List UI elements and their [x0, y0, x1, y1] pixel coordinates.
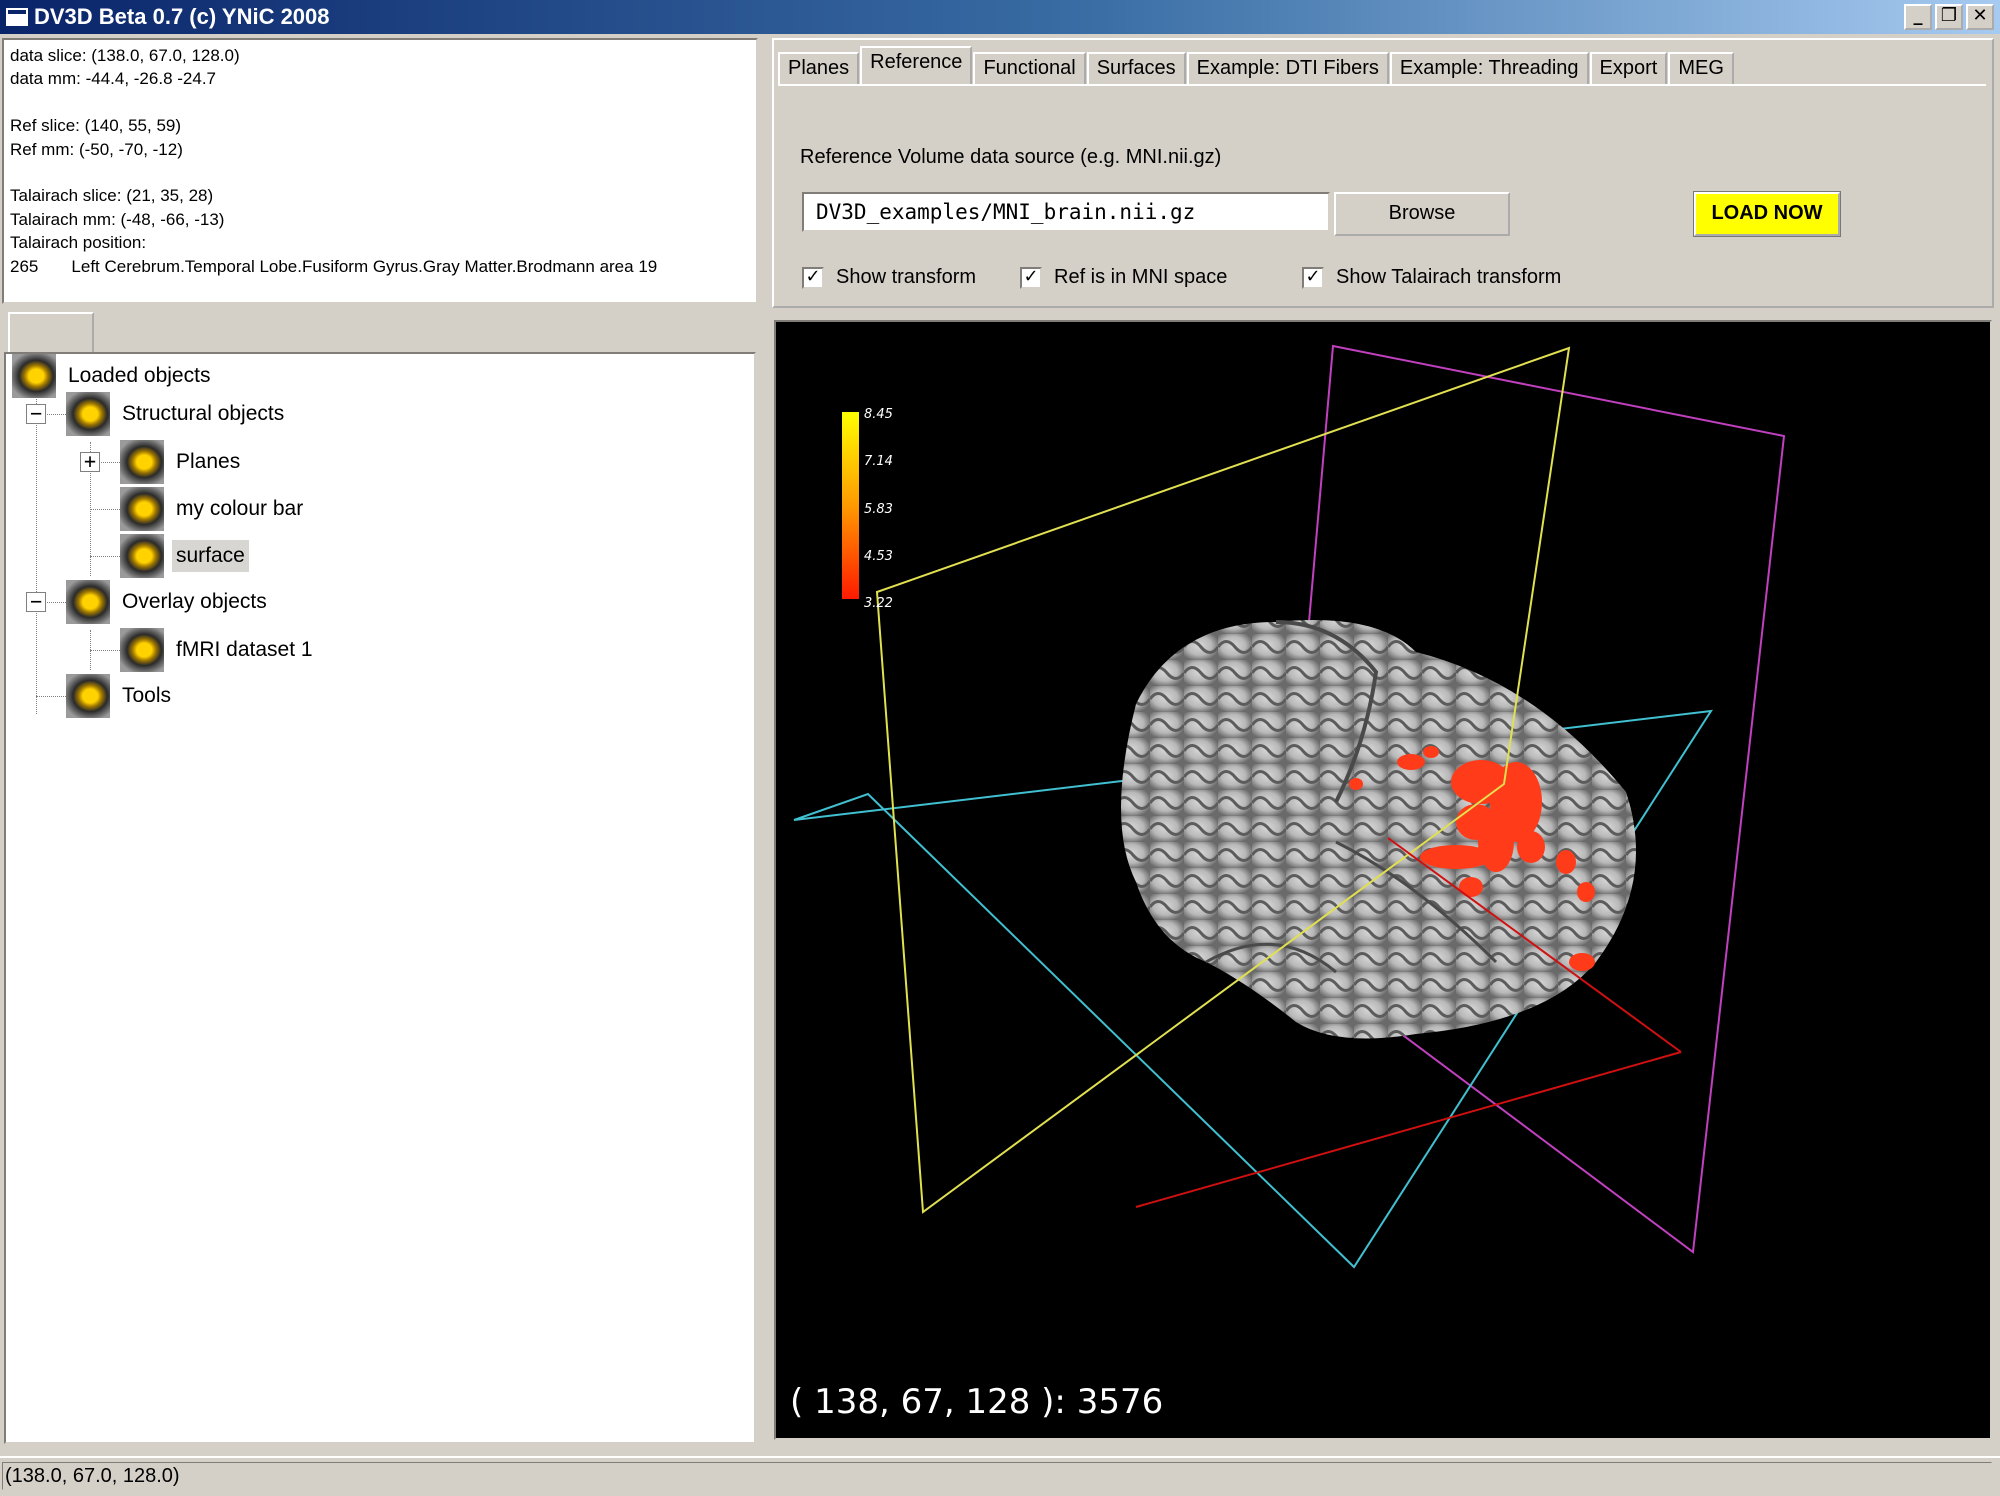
- status-bar: (138.0, 67.0, 128.0): [0, 1456, 2000, 1492]
- brain-icon: [120, 534, 164, 578]
- info-line-talairach-label: 265 Left Cerebrum.Temporal Lobe.Fusiform…: [10, 256, 658, 276]
- checkbox-checked-icon[interactable]: ✓: [1020, 266, 1042, 289]
- tree-node-label-selected: surface: [172, 540, 249, 572]
- panel-splitter[interactable]: [760, 36, 768, 1450]
- tree-connector: [90, 650, 124, 651]
- tree-node-planes[interactable]: Planes: [120, 440, 244, 484]
- tree-node-label: Structural objects: [122, 402, 285, 425]
- info-line-talairach-mm: Talairach mm: (-48, -66, -13): [10, 209, 225, 229]
- status-text: (138.0, 67.0, 128.0): [2, 1462, 1992, 1490]
- tab-export[interactable]: Export: [1589, 52, 1668, 84]
- browse-button[interactable]: Browse: [1334, 192, 1510, 236]
- brain-icon: [120, 487, 164, 531]
- checkbox-checked-icon[interactable]: ✓: [1302, 266, 1324, 289]
- brain-icon: [120, 628, 164, 672]
- object-tree-area: Loaded objects − Structural objects + Pl…: [4, 312, 756, 1448]
- window-controls: _ ❐ ✕: [1904, 4, 1994, 30]
- tree-node-label: Loaded objects: [68, 364, 211, 387]
- brain-icon: [12, 354, 56, 398]
- app-icon: [6, 8, 28, 26]
- tree-connector: [36, 696, 70, 697]
- tree-connector: [90, 509, 124, 510]
- tree-node-surface[interactable]: surface: [120, 534, 249, 578]
- restore-button[interactable]: ❐: [1935, 4, 1963, 30]
- checkbox-label: Show transform: [836, 266, 977, 288]
- tree-tab[interactable]: [8, 312, 94, 352]
- info-line-talairach-position: Talairach position:: [10, 233, 147, 253]
- tree-node-label: fMRI dataset 1: [176, 638, 313, 661]
- brain-surface: [1121, 620, 1636, 1039]
- title-bar: DV3D Beta 0.7 (c) YNiC 2008 _ ❐ ✕: [0, 0, 2000, 34]
- tree-node-label: my colour bar: [176, 497, 304, 520]
- tab-surfaces[interactable]: Surfaces: [1086, 52, 1186, 84]
- collapse-icon[interactable]: −: [26, 403, 46, 424]
- checkbox-label: Ref is in MNI space: [1054, 266, 1228, 288]
- collapse-icon[interactable]: −: [26, 591, 46, 612]
- tree-connector: [90, 556, 124, 557]
- tab-meg[interactable]: MEG: [1668, 52, 1734, 84]
- info-line-ref-mm: Ref mm: (-50, -70, -12): [10, 139, 183, 159]
- control-panel: Planes Reference Functional Surfaces Exa…: [772, 38, 1994, 308]
- colorbar-tick: 7.14: [864, 454, 893, 469]
- tree-node-structural-objects[interactable]: Structural objects: [66, 392, 288, 436]
- info-line-blank: [10, 161, 750, 184]
- reference-tab-body: Reference Volume data source (e.g. MNI.n…: [778, 84, 1986, 300]
- brain-icon: [66, 580, 110, 624]
- cursor-readout: ( 138, 67, 128 ): 3576: [790, 1382, 1164, 1422]
- colorbar-tick: 4.53: [864, 549, 893, 564]
- tree-connector: [36, 394, 37, 714]
- tab-threading[interactable]: Example: Threading: [1389, 52, 1589, 84]
- colorbar-tick: 5.83: [864, 502, 893, 517]
- tree-node-label: Overlay objects: [122, 590, 267, 613]
- info-line-data-mm: data mm: -44.4, -26.8 -24.7: [10, 69, 216, 89]
- colorbar-tick: 8.45: [864, 407, 893, 422]
- brain-icon: [66, 392, 110, 436]
- expand-icon[interactable]: +: [80, 451, 100, 472]
- object-tree: Loaded objects − Structural objects + Pl…: [4, 352, 756, 1444]
- show-talairach-checkbox[interactable]: ✓ Show Talairach transform: [1302, 266, 1561, 289]
- tab-dti-fibers[interactable]: Example: DTI Fibers: [1186, 52, 1389, 84]
- tree-node-label: Planes: [176, 450, 241, 473]
- tab-reference[interactable]: Reference: [860, 46, 973, 84]
- tab-functional[interactable]: Functional: [973, 52, 1086, 84]
- info-line-blank: [10, 91, 750, 114]
- window-title: DV3D Beta 0.7 (c) YNiC 2008: [34, 4, 330, 29]
- reference-source-label: Reference Volume data source (e.g. MNI.n…: [800, 146, 1222, 168]
- render-viewport[interactable]: 8.45 7.14 5.83 4.53 3.22 ( 138, 67, 128 …: [774, 320, 1992, 1440]
- tree-node-overlay-objects[interactable]: Overlay objects: [66, 580, 271, 624]
- close-button[interactable]: ✕: [1966, 4, 1994, 30]
- checkbox-label: Show Talairach transform: [1336, 266, 1562, 288]
- tree-node-label: Tools: [122, 684, 172, 707]
- tree-node-fmri-dataset[interactable]: fMRI dataset 1: [120, 628, 317, 672]
- colorbar-tick: 3.22: [864, 596, 893, 611]
- tree-node-tools[interactable]: Tools: [66, 674, 175, 718]
- brain-icon: [66, 674, 110, 718]
- reference-source-input[interactable]: DV3D_examples/MNI_brain.nii.gz: [802, 192, 1330, 232]
- scene-svg: 8.45 7.14 5.83 4.53 3.22: [793, 344, 1786, 1269]
- info-panel: data slice: (138.0, 67.0, 128.0) data mm…: [2, 38, 758, 304]
- colorbar: [842, 412, 859, 599]
- info-line-data-slice: data slice: (138.0, 67.0, 128.0): [10, 46, 240, 65]
- show-transform-checkbox[interactable]: ✓ Show transform: [802, 266, 976, 289]
- tab-planes[interactable]: Planes: [778, 52, 860, 84]
- tab-bar: Planes Reference Functional Surfaces Exa…: [778, 46, 1735, 84]
- info-line-talairach-slice: Talairach slice: (21, 35, 28): [10, 186, 214, 206]
- info-line-ref-slice: Ref slice: (140, 55, 59): [10, 116, 182, 136]
- ref-mni-checkbox[interactable]: ✓ Ref is in MNI space: [1020, 266, 1227, 289]
- brain-icon: [120, 440, 164, 484]
- checkbox-checked-icon[interactable]: ✓: [802, 266, 824, 289]
- load-now-button[interactable]: LOAD NOW: [1693, 191, 1841, 237]
- tree-node-colour-bar[interactable]: my colour bar: [120, 487, 307, 531]
- minimize-button[interactable]: _: [1904, 4, 1932, 30]
